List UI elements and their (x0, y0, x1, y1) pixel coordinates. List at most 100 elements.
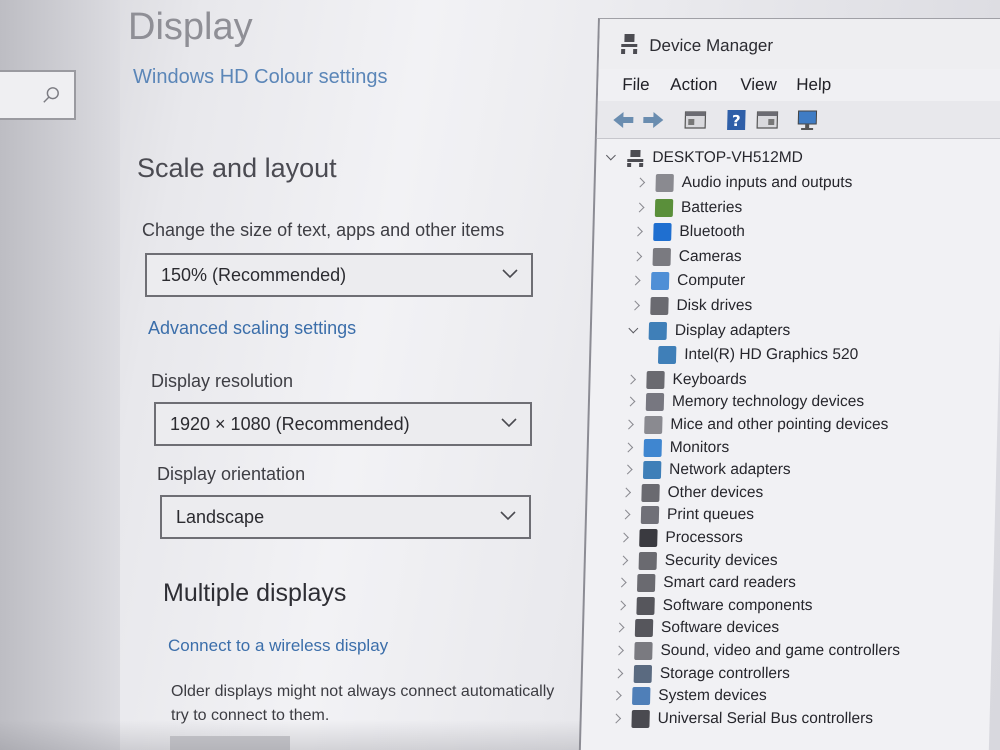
expand-icon[interactable] (631, 250, 645, 264)
forward-icon[interactable] (641, 109, 666, 131)
back-icon[interactable] (611, 109, 636, 131)
device-manager-titlebar[interactable]: Device Manager (598, 19, 1000, 69)
search-box[interactable] (0, 70, 76, 120)
scale-label: Change the size of text, apps and other … (142, 220, 505, 240)
category-item[interactable]: Batteries (633, 197, 743, 219)
speaker-icon (655, 174, 674, 192)
category-item[interactable]: Print queues (619, 504, 755, 526)
category-item[interactable]: Display adapters (627, 320, 791, 342)
expand-icon[interactable] (609, 712, 623, 726)
help-icon[interactable]: ? (725, 109, 750, 131)
category-item[interactable]: Bluetooth (631, 221, 745, 243)
category-item[interactable]: Storage controllers (612, 663, 791, 685)
search-icon[interactable] (42, 86, 60, 104)
details-icon[interactable] (755, 109, 780, 131)
tree-item-label: Batteries (680, 198, 743, 216)
page-title: Display (128, 6, 253, 48)
category-item[interactable]: Security devices (617, 550, 778, 572)
category-item[interactable]: Software components (614, 595, 813, 617)
category-item[interactable]: System devices (610, 685, 767, 707)
device-item[interactable]: Intel(R) HD Graphics 520 (657, 344, 859, 366)
tree-item-label: Keyboards (672, 370, 747, 388)
collapse-icon[interactable] (604, 151, 618, 165)
resolution-dropdown-value: 1920 × 1080 (Recommended) (170, 414, 410, 434)
expand-icon[interactable] (628, 299, 642, 313)
category-item[interactable]: Keyboards (624, 369, 747, 391)
tree-item-label: Sound, video and game controllers (660, 642, 901, 659)
wireless-display-link[interactable]: Connect to a wireless display (168, 636, 388, 656)
menu-action[interactable]: Action (670, 75, 718, 95)
category-item[interactable]: Universal Serial Bus controllers (609, 708, 873, 730)
category-item[interactable]: Processors (617, 527, 743, 549)
menu-file[interactable]: File (622, 75, 650, 95)
category-item[interactable]: Computer (629, 270, 746, 292)
tree-item-label: Display adapters (674, 321, 791, 339)
expand-icon[interactable] (629, 274, 643, 288)
expand-icon[interactable] (617, 554, 631, 568)
category-item[interactable]: Memory technology devices (624, 391, 865, 413)
disk-icon (650, 297, 669, 315)
category-item[interactable]: Disk drives (628, 295, 752, 317)
expand-icon[interactable] (633, 201, 647, 215)
display-adapter-icon (657, 346, 677, 365)
expand-icon[interactable] (622, 418, 636, 432)
expand-icon[interactable] (624, 373, 638, 387)
menu-help[interactable]: Help (796, 75, 831, 95)
memory-icon (645, 393, 665, 412)
expand-icon[interactable] (617, 531, 631, 545)
tree-item-label: Computer (676, 272, 746, 290)
tree-item-label: Print queues (666, 506, 755, 524)
category-item[interactable]: Sound, video and game controllers (612, 640, 900, 662)
expand-icon[interactable] (612, 644, 626, 658)
scale-dropdown[interactable]: 150% (Recommended) (145, 253, 533, 297)
resolution-label: Display resolution (151, 371, 294, 391)
properties-icon[interactable] (683, 109, 708, 131)
expand-icon[interactable] (619, 486, 633, 500)
tree-item-label: Cameras (678, 247, 742, 265)
expand-icon[interactable] (612, 667, 626, 681)
expand-icon[interactable] (633, 176, 647, 190)
menu-view[interactable]: View (740, 75, 777, 95)
window-title: Device Manager (649, 36, 774, 55)
chevron-down-icon (500, 511, 516, 521)
expand-icon[interactable] (614, 599, 628, 613)
bluetooth-icon (653, 223, 672, 242)
category-item[interactable]: Smart card readers (615, 572, 796, 594)
scale-layout-heading: Scale and layout (137, 153, 337, 183)
expand-icon[interactable] (619, 508, 633, 522)
expand-icon[interactable] (615, 576, 629, 590)
scale-dropdown-value: 150% (Recommended) (161, 265, 347, 285)
category-item[interactable]: Cameras (630, 246, 742, 268)
tree-root[interactable]: DESKTOP-VH512MD (604, 147, 803, 169)
expand-icon[interactable] (624, 395, 638, 409)
resolution-dropdown[interactable]: 1920 × 1080 (Recommended) (154, 402, 532, 446)
root-label: DESKTOP-VH512MD (652, 149, 804, 166)
category-item[interactable]: Mice and other pointing devices (622, 414, 889, 436)
hd-colour-settings-link[interactable]: Windows HD Colour settings (133, 66, 388, 89)
advanced-scaling-link[interactable]: Advanced scaling settings (148, 318, 356, 339)
collapse-icon[interactable] (627, 324, 641, 338)
tree-item-label: Storage controllers (659, 664, 791, 682)
category-item[interactable]: Monitors (621, 437, 729, 459)
category-item[interactable]: Software devices (613, 617, 780, 639)
orientation-dropdown[interactable]: Landscape (160, 495, 531, 539)
tree-item-label: Security devices (664, 551, 778, 569)
battery-icon (654, 198, 674, 217)
chevron-down-icon (501, 418, 517, 428)
monitor-icon (643, 438, 662, 457)
mouse-icon (644, 416, 663, 434)
keyboard-icon (646, 370, 665, 389)
monitor-icon[interactable] (795, 109, 820, 131)
tree-item-label: Bluetooth (679, 223, 746, 241)
expand-icon[interactable] (631, 225, 645, 239)
other-devices-icon (641, 483, 660, 502)
expand-icon[interactable] (613, 621, 627, 635)
category-item[interactable]: Other devices (619, 482, 763, 504)
multiple-displays-heading: Multiple displays (163, 579, 347, 607)
category-item[interactable]: Audio inputs and outputs (633, 172, 853, 194)
chevron-down-icon (502, 269, 518, 279)
expand-icon[interactable] (610, 689, 624, 703)
expand-icon[interactable] (621, 463, 635, 477)
category-item[interactable]: Network adapters (621, 459, 791, 481)
expand-icon[interactable] (622, 441, 636, 455)
